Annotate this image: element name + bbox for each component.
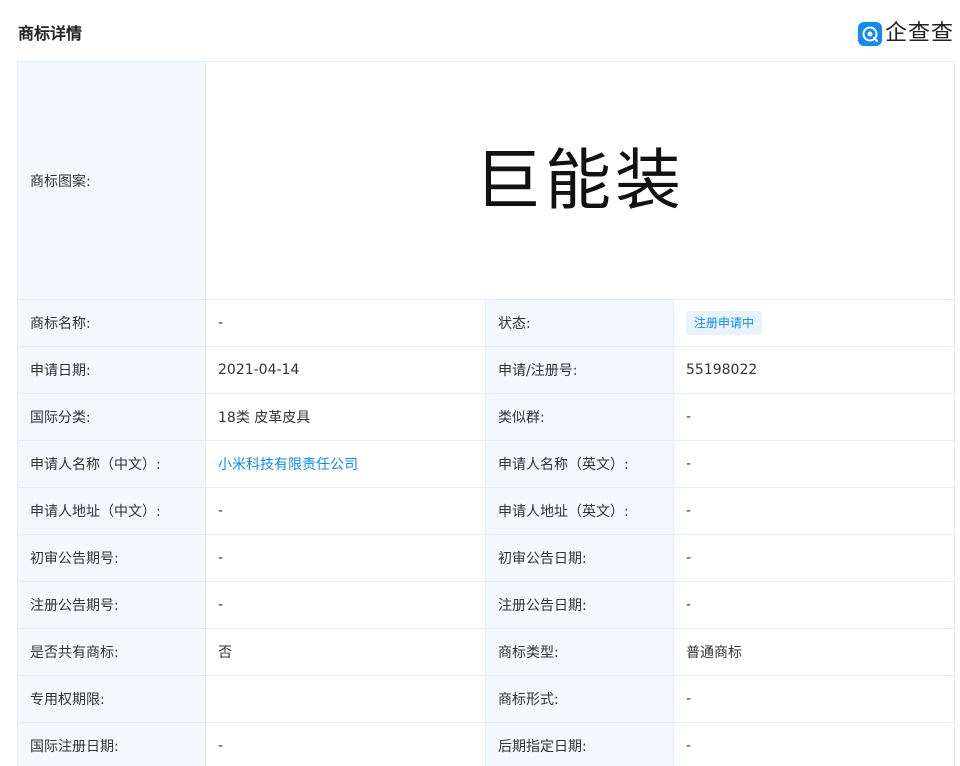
page-title: 商标详情 <box>18 24 83 43</box>
field-value: - <box>672 581 956 629</box>
field-label: 类似群: <box>485 393 674 441</box>
brand-name: 企查查 <box>884 21 954 46</box>
status-badge: 注册申请中 <box>686 311 763 335</box>
field-value: 注册申请中 <box>672 299 956 347</box>
field-label: 商标类型: <box>485 628 674 676</box>
field-label: 国际分类: <box>17 393 206 441</box>
field-label: 申请人名称（中文）: <box>17 440 206 488</box>
field-value: 小米科技有限责任公司 <box>205 440 486 488</box>
table-row: 国际分类: 18类 皮革皮具 类似群: - <box>17 393 956 441</box>
field-value: - <box>672 487 956 535</box>
brand-logo[interactable]: 企查查 <box>857 20 954 48</box>
field-value: 55198022 <box>672 346 956 394</box>
field-label: 国际注册日期: <box>17 722 206 766</box>
page-header: 商标详情 企查查 <box>0 0 960 60</box>
field-label: 申请/注册号: <box>485 346 674 394</box>
table-row: 专用权期限: 商标形式: - <box>17 675 956 723</box>
table-row: 国际注册日期: - 后期指定日期: - <box>17 722 956 766</box>
table-row: 是否共有商标: 否 商标类型: 普通商标 <box>17 628 956 676</box>
field-value: - <box>672 675 956 723</box>
trademark-logo: 巨能装 <box>204 61 956 300</box>
field-label: 初审公告期号: <box>17 534 206 582</box>
field-label: 商标形式: <box>485 675 674 723</box>
applicant-link[interactable]: 小米科技有限责任公司 <box>218 457 358 473</box>
table-row: 注册公告期号: - 注册公告日期: - <box>17 581 956 629</box>
field-label: 申请日期: <box>17 346 206 394</box>
field-value: 否 <box>205 628 486 676</box>
field-label: 申请人地址（英文）: <box>485 487 674 535</box>
field-value: - <box>205 487 486 535</box>
field-label: 初审公告日期: <box>485 534 674 582</box>
field-value: - <box>672 534 956 582</box>
table-row: 初审公告期号: - 初审公告日期: - <box>17 534 956 582</box>
qichacha-logo-icon <box>857 22 882 46</box>
field-label: 申请人地址（中文）: <box>17 487 206 535</box>
field-label: 状态: <box>485 299 674 347</box>
table-row: 申请人名称（中文）: 小米科技有限责任公司 申请人名称（英文）: - <box>17 440 956 488</box>
logo-label: 商标图案: <box>17 61 206 300</box>
table-row: 申请人地址（中文）: - 申请人地址（英文）: - <box>17 487 956 535</box>
field-value <box>205 675 486 723</box>
field-value: - <box>205 299 486 347</box>
trademark-detail-table: 商标图案: 巨能装 商标名称: - 状态: 注册申请中 申请日期: 2021-0… <box>17 61 956 766</box>
table-row: 商标名称: - 状态: 注册申请中 <box>17 299 956 347</box>
field-label: 是否共有商标: <box>17 628 206 676</box>
field-value: - <box>205 722 486 766</box>
field-label: 专用权期限: <box>17 675 206 723</box>
logo-row: 商标图案: 巨能装 <box>17 61 956 300</box>
field-value: 18类 皮革皮具 <box>205 393 486 441</box>
field-label: 商标名称: <box>17 299 206 347</box>
field-label: 注册公告期号: <box>17 581 206 629</box>
field-value: - <box>205 581 486 629</box>
field-value: - <box>672 722 956 766</box>
trademark-logo-text: 巨能装 <box>475 141 685 219</box>
field-value: - <box>205 534 486 582</box>
field-value: - <box>672 440 956 488</box>
field-value: 2021-04-14 <box>205 346 486 394</box>
field-value: 普通商标 <box>672 628 956 676</box>
field-label: 注册公告日期: <box>485 581 674 629</box>
field-label: 后期指定日期: <box>485 722 674 766</box>
table-row: 申请日期: 2021-04-14 申请/注册号: 55198022 <box>17 346 956 394</box>
field-label: 申请人名称（英文）: <box>485 440 674 488</box>
field-value: - <box>672 393 956 441</box>
